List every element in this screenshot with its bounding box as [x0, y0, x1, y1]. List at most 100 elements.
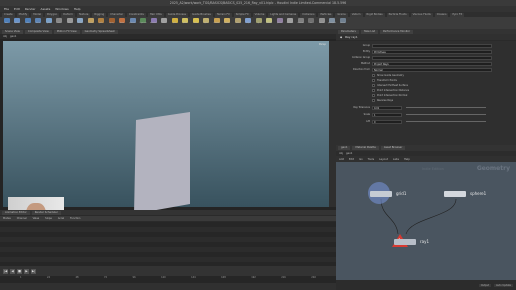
- shelf-tool-env[interactable]: env: [233, 18, 242, 28]
- network-menu-item[interactable]: Help: [404, 158, 410, 161]
- shelf-tool-tube[interactable]: tube: [23, 18, 32, 28]
- path-segment[interactable]: obj: [3, 35, 7, 38]
- shelf-tab[interactable]: Guide Process: [165, 12, 188, 17]
- shelf-tool-geo[interactable]: geo: [202, 18, 211, 28]
- viewport-tab[interactable]: Geometry Spreadsheet: [81, 29, 118, 34]
- playbar-button[interactable]: ▶|: [31, 268, 36, 274]
- shelf-tool-sphere[interactable]: sphere: [13, 18, 22, 28]
- network-menu-item[interactable]: Tools: [368, 158, 374, 161]
- animation-tab[interactable]: Animation Editor: [2, 210, 30, 215]
- playbar-button[interactable]: ◀: [10, 268, 15, 274]
- shelf-tool-circle[interactable]: circle: [76, 18, 85, 28]
- ray-node[interactable]: [394, 239, 416, 245]
- shelf-tool-vr[interactable]: vr: [307, 18, 316, 28]
- param-slider[interactable]: [406, 114, 486, 115]
- shelf-tool-caustic[interactable]: caustic: [265, 18, 274, 28]
- param-checkbox[interactable]: [372, 84, 375, 87]
- viewport-tab[interactable]: Scene View: [2, 29, 23, 34]
- shelf-tool-distant[interactable]: distant: [223, 18, 232, 28]
- shelf-tool-path[interactable]: path: [97, 18, 106, 28]
- shelf-tool-null[interactable]: null: [55, 18, 64, 28]
- status-button[interactable]: Auto Update: [494, 283, 513, 287]
- playbar-button[interactable]: ■: [17, 268, 22, 274]
- shelf-tab[interactable]: Lights and Cameras: [268, 12, 299, 17]
- shelf-tab[interactable]: Vellum: [349, 12, 363, 17]
- viewport-display-toolbar[interactable]: [329, 41, 336, 207]
- network-tab[interactable]: Asset Browser: [380, 146, 406, 150]
- shelf-tab[interactable]: Constraints: [127, 12, 146, 17]
- network-menu-item[interactable]: Layout: [379, 158, 388, 161]
- shelf-tab[interactable]: Rigging: [92, 12, 107, 17]
- shelf-tab[interactable]: Oceans: [434, 12, 449, 17]
- param-checkbox[interactable]: [372, 99, 375, 102]
- param-slider[interactable]: [406, 107, 486, 108]
- parameter-tab[interactable]: Parameters: [338, 29, 359, 34]
- timeline-scrollbar[interactable]: [0, 283, 336, 290]
- shelf-tool-stereo[interactable]: stereo: [338, 18, 347, 28]
- animation-tab[interactable]: Render Scheduler: [31, 210, 61, 215]
- menu-help[interactable]: Help: [74, 7, 81, 11]
- shelf-tab[interactable]: Texture: [76, 12, 91, 17]
- network-menu-item[interactable]: Labs: [393, 158, 399, 161]
- playbar-button[interactable]: |◀: [3, 268, 8, 274]
- shelf-tool-platonic[interactable]: platonic: [128, 18, 137, 28]
- parameter-tab[interactable]: Performance Monitor: [379, 29, 414, 34]
- param-field[interactable]: [372, 43, 492, 48]
- network-menu-item[interactable]: Edit: [349, 158, 354, 161]
- shelf-tool-curve[interactable]: curve: [86, 18, 95, 28]
- param-field[interactable]: Primitives: [372, 49, 492, 54]
- playbar-button[interactable]: ▶: [24, 268, 29, 274]
- network-tab[interactable]: Material Palette: [352, 146, 379, 150]
- param-checkbox[interactable]: [372, 94, 375, 97]
- shelf-tab[interactable]: Create: [2, 12, 15, 17]
- shelf-tool-ambient[interactable]: ambient: [286, 18, 295, 28]
- shelf-tab[interactable]: Character: [108, 12, 126, 17]
- network-tab[interactable]: geo1: [338, 146, 351, 150]
- menu-windows[interactable]: Windows: [55, 7, 68, 11]
- shelf-tab[interactable]: Pyro FX: [450, 12, 465, 17]
- shelf-tool-spot[interactable]: spot: [170, 18, 179, 28]
- shelf-tab[interactable]: Terrain FX: [214, 12, 232, 17]
- shelf-tool-volume[interactable]: volume: [212, 18, 221, 28]
- parameter-tab[interactable]: Take List: [360, 29, 378, 34]
- network-menu-item[interactable]: Go: [359, 158, 363, 161]
- param-slider[interactable]: [406, 121, 486, 122]
- shelf-tab[interactable]: Grains: [335, 12, 348, 17]
- shelf-tool-switch[interactable]: switch: [317, 18, 326, 28]
- network-menu-item[interactable]: Add: [339, 158, 344, 161]
- sphere-node[interactable]: [444, 191, 466, 197]
- shelf-tool-grid[interactable]: grid: [44, 18, 53, 28]
- menu-render[interactable]: Render: [25, 7, 36, 11]
- shelf-tab[interactable]: Guide Brushes: [189, 12, 213, 17]
- param-field[interactable]: Normal: [372, 67, 492, 72]
- menu-file[interactable]: File: [4, 7, 9, 11]
- param-checkbox[interactable]: [372, 79, 375, 82]
- param-value[interactable]: 0: [372, 119, 402, 124]
- path-segment[interactable]: obj: [339, 152, 343, 155]
- shelf-tool-l-system[interactable]: l-system: [139, 18, 148, 28]
- shelf-tool-sky[interactable]: sky: [244, 18, 253, 28]
- shelf-tool-portal[interactable]: portal: [275, 18, 284, 28]
- shelf-tab[interactable]: Model: [31, 12, 44, 17]
- shelf-tab[interactable]: Modify: [16, 12, 30, 17]
- shelf-tab[interactable]: Simple FX: [233, 12, 251, 17]
- shelf-tab[interactable]: Volume: [252, 12, 267, 17]
- param-field[interactable]: Project Rays: [372, 61, 492, 66]
- menu-edit[interactable]: Edit: [14, 7, 20, 11]
- shelf-tab[interactable]: Collisions: [300, 12, 317, 17]
- grid-node[interactable]: [370, 191, 392, 197]
- status-button[interactable]: Output: [478, 283, 492, 287]
- shelf-tool-metaball[interactable]: metaball: [149, 18, 158, 28]
- frame-ruler[interactable]: 1 24 48 72 96 120 144 168 192 216 240: [0, 276, 336, 283]
- shelf-tool-torus[interactable]: torus: [34, 18, 43, 28]
- path-segment[interactable]: geo1: [10, 35, 16, 38]
- network-editor[interactable]: Indie Edition Geometry grid1 sphere1 ! r…: [336, 162, 516, 280]
- shelf-tool-draw[interactable]: draw: [118, 18, 127, 28]
- shelf-tool-point[interactable]: point: [181, 18, 190, 28]
- shelf-tab[interactable]: Rigid Bodies: [364, 12, 385, 17]
- shelf-tab[interactable]: Hair Utils: [147, 12, 164, 17]
- param-field[interactable]: [372, 55, 492, 60]
- param-checkbox[interactable]: [372, 89, 375, 92]
- shelf-tool-gamepad[interactable]: gamepad: [328, 18, 337, 28]
- shelf-tab[interactable]: Deform: [61, 12, 75, 17]
